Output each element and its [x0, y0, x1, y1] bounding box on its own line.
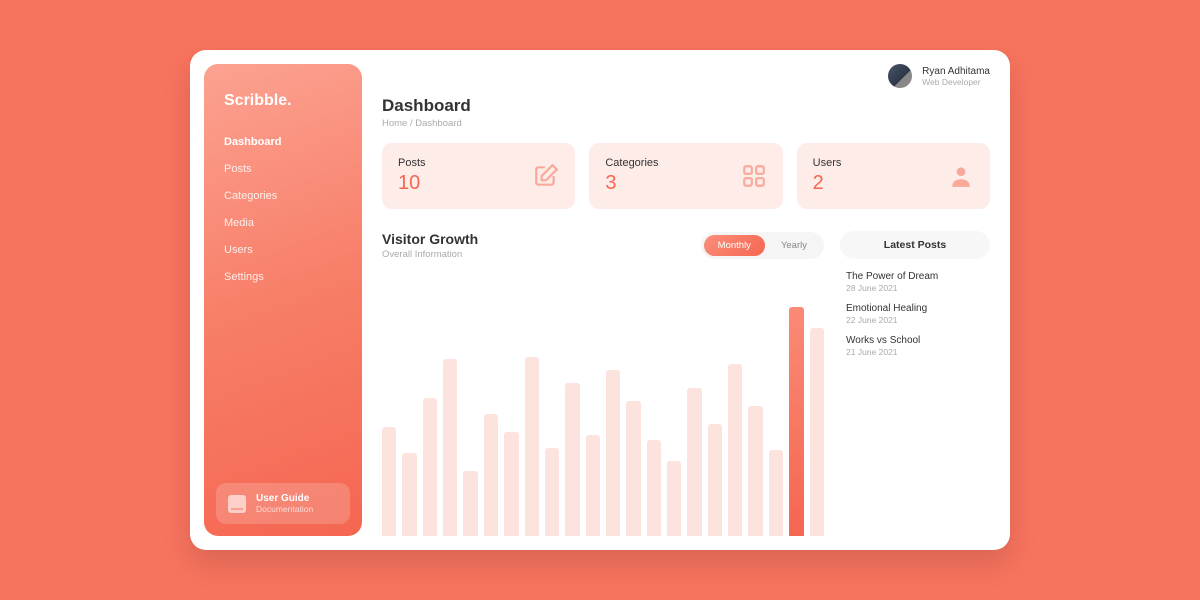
chart-bar: [504, 432, 518, 536]
card-posts-label: Posts: [398, 157, 426, 169]
chart-bar: [769, 450, 783, 536]
latest-post-item[interactable]: The Power of Dream 28 June 2021: [846, 271, 984, 293]
brand-logo: Scribble.: [204, 84, 362, 136]
latest-posts-panel: Latest Posts The Power of Dream 28 June …: [840, 231, 990, 536]
card-posts[interactable]: Posts 10: [382, 143, 575, 209]
card-users[interactable]: Users 2: [797, 143, 990, 209]
user-icon: [948, 163, 974, 189]
card-users-value: 2: [813, 172, 842, 195]
user-guide-title: User Guide: [256, 493, 313, 504]
latest-post-item[interactable]: Works vs School 21 June 2021: [846, 335, 984, 357]
card-categories-value: 3: [605, 172, 658, 195]
toggle-monthly[interactable]: Monthly: [704, 235, 765, 256]
user-role: Web Developer: [922, 77, 990, 87]
grid-icon: [741, 163, 767, 189]
chart-bar: [687, 388, 701, 536]
chart-bar: [565, 383, 579, 536]
app-window: Scribble. Dashboard Posts Categories Med…: [190, 50, 1010, 550]
sidebar-nav: Dashboard Posts Categories Media Users S…: [204, 136, 362, 483]
user-name: Ryan Adhitama: [922, 66, 990, 77]
chart-bar: [545, 448, 559, 536]
page-title: Dashboard: [382, 96, 990, 116]
chart-bar: [525, 357, 539, 536]
toggle-yearly[interactable]: Yearly: [767, 235, 821, 256]
chart-bar: [810, 328, 824, 536]
avatar[interactable]: [888, 64, 912, 88]
chart-bar: [626, 401, 640, 536]
chart-bar: [748, 406, 762, 536]
sidebar-item-dashboard[interactable]: Dashboard: [224, 136, 342, 148]
chart-bar: [443, 359, 457, 536]
book-icon: [228, 495, 246, 513]
chart-subtitle: Overall Information: [382, 249, 478, 260]
card-categories[interactable]: Categories 3: [589, 143, 782, 209]
chart-bar: [586, 435, 600, 536]
lower-row: Visitor Growth Overall Information Month…: [382, 231, 990, 536]
topbar: Ryan Adhitama Web Developer: [382, 64, 990, 88]
sidebar-item-categories[interactable]: Categories: [224, 190, 342, 202]
chart-bar: [382, 427, 396, 536]
chart-bar: [789, 307, 803, 536]
card-users-label: Users: [813, 157, 842, 169]
user-guide-card[interactable]: User Guide Documentation: [216, 483, 350, 524]
latest-posts-heading: Latest Posts: [840, 231, 990, 259]
chart-bar: [728, 364, 742, 536]
sidebar-item-settings[interactable]: Settings: [224, 271, 342, 283]
sidebar-item-media[interactable]: Media: [224, 217, 342, 229]
latest-post-item[interactable]: Emotional Healing 22 June 2021: [846, 303, 984, 325]
visitor-growth-panel: Visitor Growth Overall Information Month…: [382, 231, 824, 536]
sidebar: Scribble. Dashboard Posts Categories Med…: [204, 64, 362, 536]
main-content: Ryan Adhitama Web Developer Dashboard Ho…: [376, 50, 1010, 550]
chart-title: Visitor Growth: [382, 231, 478, 247]
chart-bar: [647, 440, 661, 536]
chart-bar: [606, 370, 620, 536]
chart-bar: [708, 424, 722, 536]
chart-bar: [667, 461, 681, 536]
latest-posts-list: The Power of Dream 28 June 2021 Emotiona…: [840, 271, 990, 357]
card-categories-label: Categories: [605, 157, 658, 169]
summary-cards: Posts 10 Categories 3 Users 2: [382, 143, 990, 209]
chart-bar: [463, 471, 477, 536]
chart-bar: [402, 453, 416, 536]
card-posts-value: 10: [398, 172, 426, 195]
sidebar-item-posts[interactable]: Posts: [224, 163, 342, 175]
user-guide-subtitle: Documentation: [256, 504, 313, 514]
sidebar-item-users[interactable]: Users: [224, 244, 342, 256]
chart-bar: [484, 414, 498, 536]
chart-bar: [423, 398, 437, 536]
breadcrumb: Home / Dashboard: [382, 118, 990, 129]
period-toggle: Monthly Yearly: [701, 232, 824, 259]
edit-icon: [533, 163, 559, 189]
visitor-growth-chart: [382, 276, 824, 536]
